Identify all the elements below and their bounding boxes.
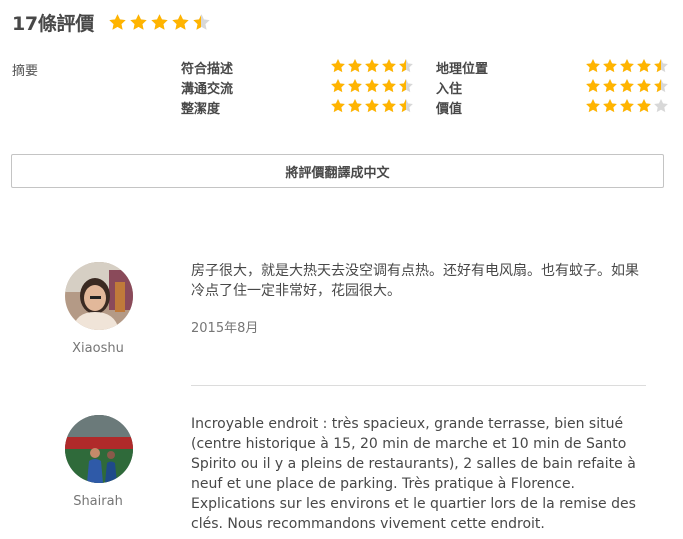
category-label-value: 價值	[436, 102, 463, 117]
star-icon	[636, 58, 652, 74]
star-icon	[653, 98, 669, 114]
star-icon	[398, 78, 414, 94]
star-icon	[381, 78, 397, 94]
star-icon	[381, 98, 397, 114]
review-date-xiaoshu: 2015年8月	[191, 321, 259, 336]
review-text-xiaoshu: 房子很大，就是大热天去没空调有点热。还好有电风扇。也有蚊子。如果冷点了住一定非常…	[191, 263, 639, 299]
star-icon	[192, 13, 211, 32]
star-icon	[108, 13, 127, 32]
star-icon	[347, 78, 363, 94]
star-icon	[398, 58, 414, 74]
star-icon	[619, 78, 635, 94]
star-icon	[364, 58, 380, 74]
star-icon	[330, 98, 346, 114]
category-label-cleanliness: 整潔度	[181, 102, 221, 117]
star-icon	[330, 58, 346, 74]
category-label-checkin: 入住	[436, 82, 463, 97]
star-icon	[398, 98, 414, 114]
star-icon	[653, 78, 669, 94]
category-label-accuracy: 符合描述	[181, 62, 234, 77]
summary-label: 摘要	[12, 64, 39, 79]
category-stars-communication	[330, 78, 415, 94]
star-icon	[364, 78, 380, 94]
category-stars-checkin	[585, 78, 670, 94]
star-icon	[381, 58, 397, 74]
star-icon	[330, 78, 346, 94]
star-icon	[129, 13, 148, 32]
star-icon	[619, 98, 635, 114]
category-stars-location	[585, 58, 670, 74]
reviewer-name-xiaoshu[interactable]: Xiaoshu	[48, 341, 148, 356]
reviews-count-title: 17條評價	[12, 12, 94, 35]
star-icon	[347, 98, 363, 114]
reviewer-avatar-xiaoshu[interactable]	[65, 262, 133, 330]
category-label-communication: 溝通交流	[181, 82, 234, 97]
star-icon	[636, 78, 652, 94]
star-icon	[585, 78, 601, 94]
star-icon	[347, 58, 363, 74]
star-icon	[602, 78, 618, 94]
star-icon	[602, 98, 618, 114]
reviews-header: 17條評價	[12, 8, 213, 36]
category-stars-value	[585, 98, 670, 114]
overall-rating-stars	[108, 13, 213, 32]
translate-reviews-button[interactable]: 將評價翻譯成中文	[11, 154, 664, 188]
star-icon	[636, 98, 652, 114]
star-icon	[585, 98, 601, 114]
star-icon	[619, 58, 635, 74]
review-divider	[191, 385, 646, 386]
star-icon	[171, 13, 190, 32]
star-icon	[653, 58, 669, 74]
category-stars-cleanliness	[330, 98, 415, 114]
star-icon	[150, 13, 169, 32]
category-stars-accuracy	[330, 58, 415, 74]
review-text-shairah: Incroyable endroit : très spacieux, gran…	[191, 416, 636, 532]
star-icon	[602, 58, 618, 74]
star-icon	[585, 58, 601, 74]
reviewer-avatar-shairah[interactable]	[65, 415, 133, 483]
star-icon	[364, 98, 380, 114]
reviewer-name-shairah[interactable]: Shairah	[48, 494, 148, 509]
category-label-location: 地理位置	[436, 62, 489, 77]
